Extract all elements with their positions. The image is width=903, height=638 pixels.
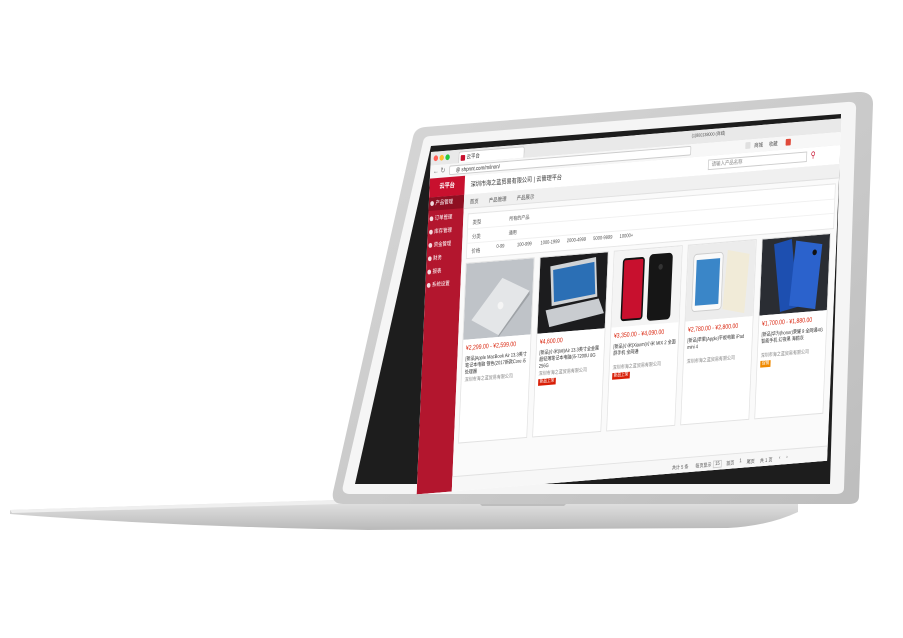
prev-page-icon[interactable]: ‹ xyxy=(779,455,781,461)
toolbar-link-mall[interactable]: 商城 xyxy=(754,140,763,149)
favicon-icon xyxy=(460,154,466,161)
product-image-mi-mix[interactable] xyxy=(611,246,682,328)
gear-icon xyxy=(426,282,431,288)
breadcrumb-home[interactable]: 首页 xyxy=(470,196,479,205)
menu-icon[interactable] xyxy=(785,138,791,146)
product-name[interactable]: [新品]小米(Xiaomi)小米 MIX 2 全面屏手机 全网通 xyxy=(613,339,677,357)
filter-option[interactable]: 10000+ xyxy=(619,233,633,240)
wallet-icon xyxy=(428,242,433,248)
minimize-dot-icon[interactable] xyxy=(439,154,445,161)
product-shop: 深圳市海之蓝贸易有限公司 xyxy=(612,361,662,372)
product-price: ¥1,700.00 - ¥1,880.00 xyxy=(761,316,813,328)
maximize-dot-icon[interactable] xyxy=(445,154,450,161)
sidebar-item-label: 库存管理 xyxy=(434,228,452,236)
chart-icon xyxy=(427,269,432,275)
filter-option[interactable]: 5000-9999 xyxy=(593,235,613,242)
pager-per-page: 每页显示 xyxy=(695,462,712,470)
product-price: ¥4,600.00 xyxy=(539,337,563,346)
list-icon xyxy=(429,216,434,222)
coin-icon xyxy=(427,256,432,262)
product-image-ipad-mini[interactable] xyxy=(685,240,757,322)
main-content: 首页 产品管理 产品展示 类型 所有的产品 分类 通用 价格 0-99 100-… xyxy=(451,164,840,493)
product-name[interactable]: [新品]华为(honor)荣耀 9 全网通4G智能手机 幻夜黑 海鸥灰 xyxy=(761,327,825,345)
product-card[interactable]: ¥3,350.00 - ¥4,090.00 [新品]小米(Xiaomi)小米 M… xyxy=(606,245,683,432)
reload-icon[interactable]: ↻ xyxy=(440,166,445,176)
sidebar-item-label: 订单管理 xyxy=(434,214,453,222)
pager-pages: 共 1 页 xyxy=(759,457,773,465)
pager-first[interactable]: 首页 xyxy=(726,459,734,467)
filter-option[interactable]: 2000-4999 xyxy=(567,237,587,244)
sidebar-item-products[interactable]: 产品管理 xyxy=(428,194,465,211)
laptop-scene: 云平台 (1)800138000 (商城) ← ↻ @ shpnnt.com/m… xyxy=(0,0,903,638)
product-card[interactable]: ¥1,700.00 - ¥1,880.00 [新品]华为(honor)荣耀 9 … xyxy=(754,233,831,420)
toolbar-link-favorites[interactable]: 收藏 xyxy=(769,139,778,148)
tab-title: 云平台 xyxy=(466,153,480,161)
product-badge: 新品上架 xyxy=(612,371,630,380)
pager-last[interactable]: 尾页 xyxy=(747,457,755,465)
pager-per-page-select[interactable]: 15 xyxy=(712,459,723,469)
back-arrow-icon[interactable]: ← xyxy=(433,166,439,176)
extension-icon[interactable] xyxy=(745,141,751,150)
product-grid: ¥2,299.00 - ¥2,599.00 [新品]Apple MacBook … xyxy=(458,233,832,444)
sidebar-item-label: 产品管理 xyxy=(435,199,454,207)
product-shop: 深圳市海之蓝贸易有限公司 xyxy=(760,349,810,360)
product-price: ¥2,780.00 - ¥2,800.00 xyxy=(687,323,739,334)
product-shop: 深圳市海之蓝贸易有限公司 xyxy=(686,355,736,366)
screen: 云平台 (1)800138000 (商城) ← ↻ @ shpnnt.com/m… xyxy=(416,118,842,495)
pager-total: 共计 5 条 xyxy=(671,464,689,472)
product-card[interactable]: ¥4,600.00 [新品]小米(MI)Air 13.3英寸全金属超轻薄笔记本电… xyxy=(532,251,609,438)
sidebar-item-label: 系统设置 xyxy=(431,281,450,289)
filter-option[interactable]: 所有的产品 xyxy=(509,213,529,222)
search-icon[interactable]: ⚲ xyxy=(810,150,816,161)
filter-label: 价格 xyxy=(471,248,481,255)
pager-current[interactable]: 1 xyxy=(739,458,741,464)
product-card[interactable]: ¥2,780.00 - ¥2,800.00 [新品]苹果(Apple)平板电脑 … xyxy=(680,239,757,426)
filter-option[interactable]: 1000-1999 xyxy=(540,239,560,246)
product-image-honor-9[interactable] xyxy=(759,234,831,316)
filter-option[interactable]: 0-99 xyxy=(496,244,504,250)
product-price: ¥3,350.00 - ¥4,090.00 xyxy=(613,329,665,340)
filter-label: 类型 xyxy=(472,219,482,227)
phone-info: (1)800138000 (商城) xyxy=(691,130,726,140)
product-image-macbook[interactable] xyxy=(463,258,534,340)
filter-label: 分类 xyxy=(471,234,481,241)
sidebar-item-settings[interactable]: 系统设置 xyxy=(425,277,461,293)
product-name[interactable]: [新品]苹果(Apple)平板电脑 iPad mini 4 xyxy=(687,333,751,351)
product-image-xiaomi-laptop[interactable] xyxy=(537,252,608,334)
product-badge: 新品上架 xyxy=(538,377,556,386)
breadcrumb-showcase[interactable]: 产品展示 xyxy=(517,192,535,202)
filter-option[interactable]: 100-999 xyxy=(517,241,532,248)
sidebar-item-label: 财务 xyxy=(432,255,443,262)
warehouse-icon xyxy=(428,229,433,235)
product-badge: 促销 xyxy=(760,360,771,368)
next-page-icon[interactable]: › xyxy=(786,454,788,460)
filter-option[interactable]: 通用 xyxy=(509,228,517,236)
close-dot-icon[interactable] xyxy=(433,155,439,162)
breadcrumb-products[interactable]: 产品管理 xyxy=(489,194,507,204)
sidebar-item-label: 报表 xyxy=(432,268,442,276)
sidebar-item-label: 资金管理 xyxy=(433,241,452,249)
box-icon xyxy=(430,201,435,207)
product-price: ¥2,299.00 - ¥2,599.00 xyxy=(465,341,517,352)
product-card[interactable]: ¥2,299.00 - ¥2,599.00 [新品]Apple MacBook … xyxy=(458,257,535,444)
